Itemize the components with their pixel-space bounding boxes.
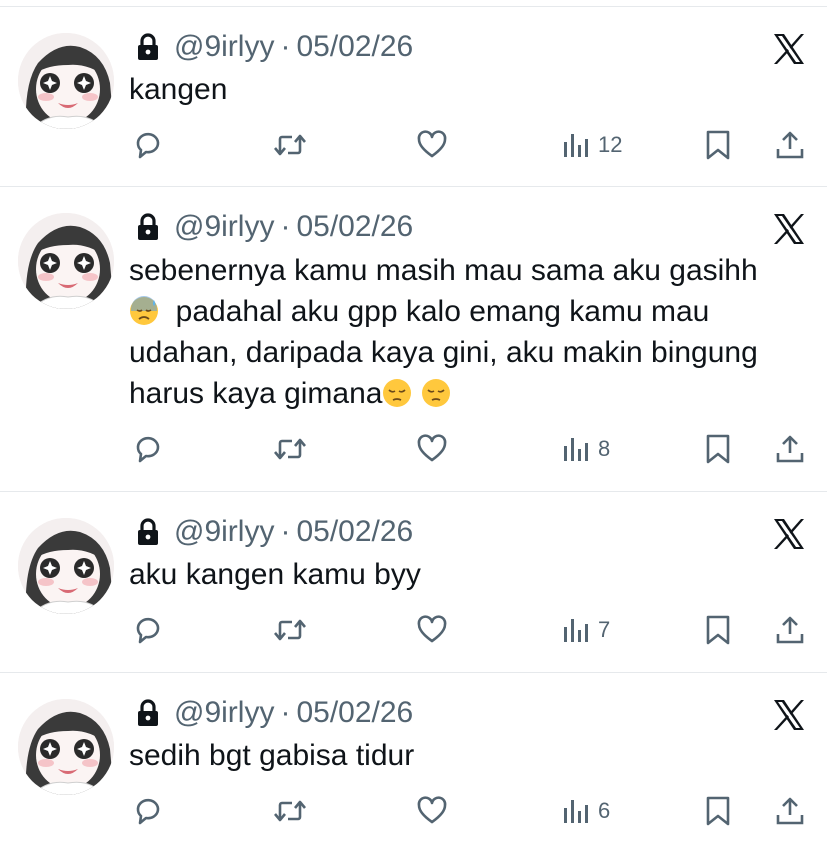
tweet-text-line: harus kaya gimana [129, 373, 809, 414]
share-button[interactable] [774, 125, 806, 165]
bookmark-button[interactable] [704, 610, 732, 650]
handle[interactable]: @9irlyy [174, 30, 274, 64]
timestamp[interactable]: 05/02/26 [296, 210, 413, 244]
tweet-header: @9irlyy · 05/02/26 [136, 512, 413, 552]
separator: · [280, 515, 291, 548]
tweet-text-line: sebenernya kamu masih mau sama aku gasih… [129, 254, 758, 287]
share-icon [774, 129, 806, 161]
reply-button[interactable] [132, 125, 164, 165]
separator: · [280, 210, 291, 243]
tweet-header: @9irlyy · 05/02/26 [136, 207, 413, 247]
reply-icon [132, 129, 164, 161]
tweet[interactable]: @9irlyy · 05/02/26 aku kangen kamu byy 7 [0, 491, 827, 672]
views-button[interactable]: 8 [562, 429, 610, 469]
avatar[interactable] [18, 33, 114, 129]
like-icon [416, 129, 448, 161]
like-button[interactable] [416, 791, 448, 831]
tweet-text-line: padahal aku gpp kalo emang kamu mau [129, 291, 809, 332]
handle[interactable]: @9irlyy [174, 515, 274, 549]
like-icon [416, 614, 448, 646]
x-logo-icon [771, 516, 807, 552]
action-bar: 12 [0, 125, 827, 165]
views-icon [562, 131, 590, 159]
repost-icon [272, 433, 308, 465]
separator: · [280, 30, 291, 63]
share-icon [774, 614, 806, 646]
share-button[interactable] [774, 791, 806, 831]
reply-button[interactable] [132, 429, 164, 469]
tweet[interactable]: @9irlyy · 05/02/26 sedih bgt gabisa tidu… [0, 672, 827, 848]
share-icon [774, 795, 806, 827]
action-bar: 8 [0, 429, 827, 469]
tweet-text: aku kangen kamu byy [129, 558, 421, 591]
bookmark-icon [704, 795, 732, 827]
timestamp[interactable]: 05/02/26 [296, 696, 413, 730]
bookmark-icon [704, 129, 732, 161]
x-logo-icon [771, 697, 807, 733]
repost-icon [272, 795, 308, 827]
pensive-face-emoji [382, 378, 412, 408]
x-logo-icon [771, 31, 807, 67]
views-icon [562, 435, 590, 463]
lock-icon [136, 33, 160, 61]
share-icon [774, 433, 806, 465]
timestamp[interactable]: 05/02/26 [296, 30, 413, 64]
handle[interactable]: @9irlyy [174, 210, 274, 244]
like-icon [416, 795, 448, 827]
tweet-header: @9irlyy · 05/02/26 [136, 27, 413, 67]
tweet[interactable]: @9irlyy · 05/02/26 kangen 12 [0, 6, 827, 186]
repost-button[interactable] [272, 125, 308, 165]
views-count: 12 [598, 132, 623, 157]
views-button[interactable]: 12 [562, 125, 622, 165]
reply-button[interactable] [132, 610, 164, 650]
views-count: 8 [598, 436, 611, 461]
like-button[interactable] [416, 125, 448, 165]
views-icon [562, 797, 590, 825]
bookmark-button[interactable] [704, 125, 732, 165]
tweet-text: kangen [129, 73, 228, 106]
reply-button[interactable] [132, 791, 164, 831]
separator: · [280, 696, 291, 729]
tweet-header: @9irlyy · 05/02/26 [136, 693, 413, 733]
bookmark-button[interactable] [704, 791, 732, 831]
reply-icon [132, 433, 164, 465]
action-bar: 6 [0, 791, 827, 831]
pensive-face-emoji [421, 378, 451, 408]
repost-button[interactable] [272, 610, 308, 650]
handle[interactable]: @9irlyy [174, 696, 274, 730]
reply-icon [132, 795, 164, 827]
like-icon [416, 433, 448, 465]
reply-icon [132, 614, 164, 646]
views-count: 6 [598, 798, 611, 823]
bookmark-icon [704, 433, 732, 465]
tweet-text: sedih bgt gabisa tidur [129, 739, 415, 772]
timestamp[interactable]: 05/02/26 [296, 515, 413, 549]
bookmark-button[interactable] [704, 429, 732, 469]
share-button[interactable] [774, 429, 806, 469]
x-logo-icon [771, 211, 807, 247]
views-button[interactable]: 6 [562, 791, 610, 831]
lock-icon [136, 699, 160, 727]
share-button[interactable] [774, 610, 806, 650]
views-count: 7 [598, 617, 611, 642]
views-button[interactable]: 7 [562, 610, 610, 650]
avatar[interactable] [18, 699, 114, 795]
lock-icon [136, 213, 160, 241]
lock-icon [136, 518, 160, 546]
tweet[interactable]: @9irlyy · 05/02/26 sebenernya kamu masih… [0, 186, 827, 491]
avatar[interactable] [18, 213, 114, 309]
tweet-text: sebenernya kamu masih mau sama aku gasih… [129, 250, 809, 414]
views-icon [562, 616, 590, 644]
repost-button[interactable] [272, 791, 308, 831]
like-button[interactable] [416, 610, 448, 650]
action-bar: 7 [0, 610, 827, 650]
repost-button[interactable] [272, 429, 308, 469]
downcast-face-with-sweat-emoji [129, 296, 159, 326]
repost-icon [272, 129, 308, 161]
bookmark-icon [704, 614, 732, 646]
avatar[interactable] [18, 518, 114, 614]
like-button[interactable] [416, 429, 448, 469]
tweet-text-line: udahan, daripada kaya gini, aku makin bi… [129, 336, 758, 369]
repost-icon [272, 614, 308, 646]
